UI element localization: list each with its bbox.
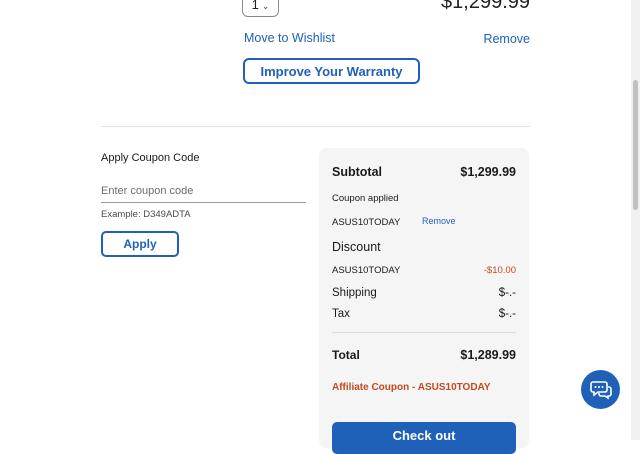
- coupon-applied-label: Coupon applied: [332, 193, 399, 204]
- chat-button[interactable]: [581, 370, 620, 409]
- total-value: $1,289.99: [460, 348, 516, 362]
- quantity-value: 1: [251, 0, 259, 12]
- apply-coupon-button[interactable]: Apply: [101, 231, 179, 257]
- tax-label: Tax: [332, 308, 350, 320]
- coupon-example: Example: D349ADTA: [101, 209, 191, 220]
- remove-item-link[interactable]: Remove: [470, 32, 530, 46]
- shipping-label: Shipping: [332, 287, 377, 299]
- shipping-value: $-.-: [498, 287, 516, 299]
- chevron-down-icon: ⌄: [261, 1, 270, 11]
- applied-coupon-code: ASUS10TODAY: [332, 217, 401, 228]
- coupon-input[interactable]: [101, 180, 306, 203]
- tax-value: $-.-: [498, 308, 516, 320]
- remove-coupon-link[interactable]: Remove: [422, 216, 456, 226]
- summary-divider: [332, 332, 516, 333]
- subtotal-value: $1,299.99: [460, 165, 516, 179]
- discount-label: Discount: [332, 240, 381, 254]
- page-scrollbar[interactable]: [631, 0, 640, 440]
- item-price: $1,299.99: [441, 0, 530, 13]
- discount-value: -$10.00: [483, 265, 516, 276]
- improve-warranty-button[interactable]: Improve Your Warranty: [243, 58, 420, 84]
- chat-icon: [589, 380, 612, 399]
- section-divider: [101, 126, 530, 127]
- subtotal-label: Subtotal: [332, 165, 382, 179]
- affiliate-coupon-note: Affiliate Coupon - ASUS10TODAY: [332, 382, 491, 393]
- total-label: Total: [332, 348, 360, 362]
- order-summary: Subtotal $1,299.99 Coupon applied ASUS10…: [319, 148, 529, 454]
- quantity-select[interactable]: 1 ⌄: [242, 0, 279, 17]
- checkout-button[interactable]: Check out: [332, 422, 516, 454]
- scrollbar-thumb[interactable]: [633, 80, 638, 210]
- coupon-title: Apply Coupon Code: [101, 152, 200, 164]
- discount-code: ASUS10TODAY: [332, 265, 401, 276]
- move-to-wishlist-link[interactable]: Move to Wishlist: [244, 31, 335, 45]
